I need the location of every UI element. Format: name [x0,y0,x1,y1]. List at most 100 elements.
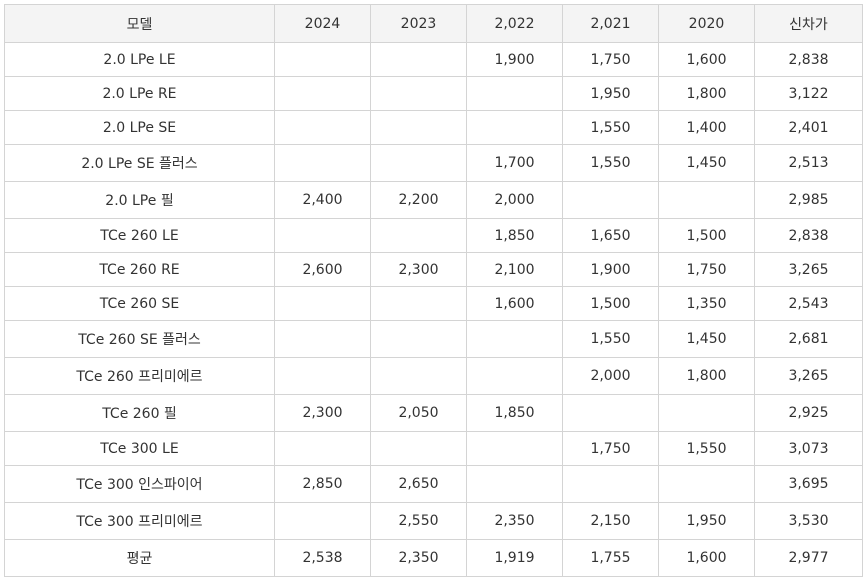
price-cell: 3,122 [754,76,863,111]
price-cell: 2,681 [754,320,863,358]
model-cell: 2.0 LPe 필 [4,181,275,219]
price-cell: 2,300 [274,394,371,432]
price-cell [466,431,563,466]
table-row: TCe 260 SE 1,600 1,500 1,350 2,543 [4,286,863,321]
price-cell: 2,985 [754,181,863,219]
table-row: TCe 260 SE 플러스 1,550 1,450 2,681 [4,320,863,358]
column-header: 모델 [4,4,275,43]
price-cell [274,320,371,358]
price-cell: 1,950 [658,502,755,540]
price-cell [562,181,659,219]
table-row: 2.0 LPe 필 2,400 2,200 2,000 2,985 [4,181,863,219]
price-cell [370,42,467,77]
price-cell: 2,300 [370,252,467,287]
price-cell [562,394,659,432]
table-row: TCe 260 RE 2,600 2,300 2,100 1,900 1,750 3,265 [4,252,863,287]
price-cell: 1,550 [562,110,659,145]
price-cell: 2,850 [274,465,371,503]
model-cell: TCe 260 프리미에르 [4,357,275,395]
model-cell: TCe 300 인스파이어 [4,465,275,503]
price-cell: 1,500 [562,286,659,321]
column-header: 신차가 [754,4,863,43]
table-row: TCe 300 LE 1,750 1,550 3,073 [4,431,863,466]
column-header: 2,021 [562,4,659,43]
price-cell [274,431,371,466]
price-cell: 1,919 [466,539,563,577]
price-cell [370,357,467,395]
model-cell: TCe 260 필 [4,394,275,432]
price-cell: 1,600 [658,539,755,577]
price-cell [370,286,467,321]
model-cell: TCe 260 LE [4,218,275,253]
price-cell: 1,450 [658,144,755,182]
price-cell [370,110,467,145]
price-cell: 1,600 [658,42,755,77]
price-cell: 2,350 [370,539,467,577]
price-cell: 3,530 [754,502,863,540]
table-row: TCe 300 프리미에르 2,550 2,350 2,150 1,950 3,530 [4,502,863,540]
price-cell: 1,900 [466,42,563,77]
model-cell: 평균 [4,539,275,577]
average-row: 평균 2,538 2,350 1,919 1,755 1,600 2,977 [4,539,863,577]
price-cell: 2,050 [370,394,467,432]
price-cell: 1,400 [658,110,755,145]
model-cell: TCe 260 RE [4,252,275,287]
price-cell [274,357,371,395]
price-cell: 1,950 [562,76,659,111]
price-cell [274,76,371,111]
price-cell [274,502,371,540]
model-cell: 2.0 LPe LE [4,42,275,77]
price-cell: 1,600 [466,286,563,321]
price-cell: 1,850 [466,218,563,253]
price-cell: 3,695 [754,465,863,503]
price-cell: 2,538 [274,539,371,577]
model-cell: 2.0 LPe SE 플러스 [4,144,275,182]
price-table: 모델 2024 2023 2,022 2,021 2020 신차가 2.0 LPe LE 1,… [4,4,863,577]
table-row: 2.0 LPe LE 1,900 1,750 1,600 2,838 [4,42,863,77]
table-row: TCe 260 필 2,300 2,050 1,850 2,925 [4,394,863,432]
price-cell: 1,900 [562,252,659,287]
price-cell [370,431,467,466]
column-header: 2,022 [466,4,563,43]
price-cell: 3,265 [754,357,863,395]
table-body: 2.0 LPe LE 1,900 1,750 1,600 2,838 2.0 LPe RE… [4,42,863,577]
price-cell [370,144,467,182]
price-cell: 3,265 [754,252,863,287]
price-cell: 2,200 [370,181,467,219]
price-cell: 1,650 [562,218,659,253]
price-cell: 1,550 [658,431,755,466]
price-cell: 2,650 [370,465,467,503]
price-cell: 1,850 [466,394,563,432]
price-cell: 1,550 [562,144,659,182]
model-cell: TCe 260 SE [4,286,275,321]
table-row: 2.0 LPe SE 1,550 1,400 2,401 [4,110,863,145]
price-cell [466,110,563,145]
column-header: 2024 [274,4,371,43]
price-cell [370,320,467,358]
table-row: TCe 300 인스파이어 2,850 2,650 3,695 [4,465,863,503]
price-cell [274,110,371,145]
table-row: 2.0 LPe RE 1,950 1,800 3,122 [4,76,863,111]
price-cell [466,465,563,503]
model-cell: 2.0 LPe RE [4,76,275,111]
price-cell: 2,100 [466,252,563,287]
price-cell: 2,400 [274,181,371,219]
price-cell [658,394,755,432]
price-cell: 1,750 [562,431,659,466]
price-cell [466,76,563,111]
table-row: TCe 260 프리미에르 2,000 1,800 3,265 [4,357,863,395]
price-cell [658,465,755,503]
price-cell: 2,000 [562,357,659,395]
price-cell: 1,550 [562,320,659,358]
price-cell: 2,350 [466,502,563,540]
price-cell [658,181,755,219]
model-cell: TCe 260 SE 플러스 [4,320,275,358]
price-table-container: 모델 2024 2023 2,022 2,021 2020 신차가 2.0 LPe LE 1,… [4,4,863,577]
model-cell: TCe 300 프리미에르 [4,502,275,540]
price-cell: 2,513 [754,144,863,182]
model-cell: TCe 300 LE [4,431,275,466]
price-cell: 2,550 [370,502,467,540]
price-cell: 2,000 [466,181,563,219]
price-cell: 3,073 [754,431,863,466]
price-cell: 1,450 [658,320,755,358]
